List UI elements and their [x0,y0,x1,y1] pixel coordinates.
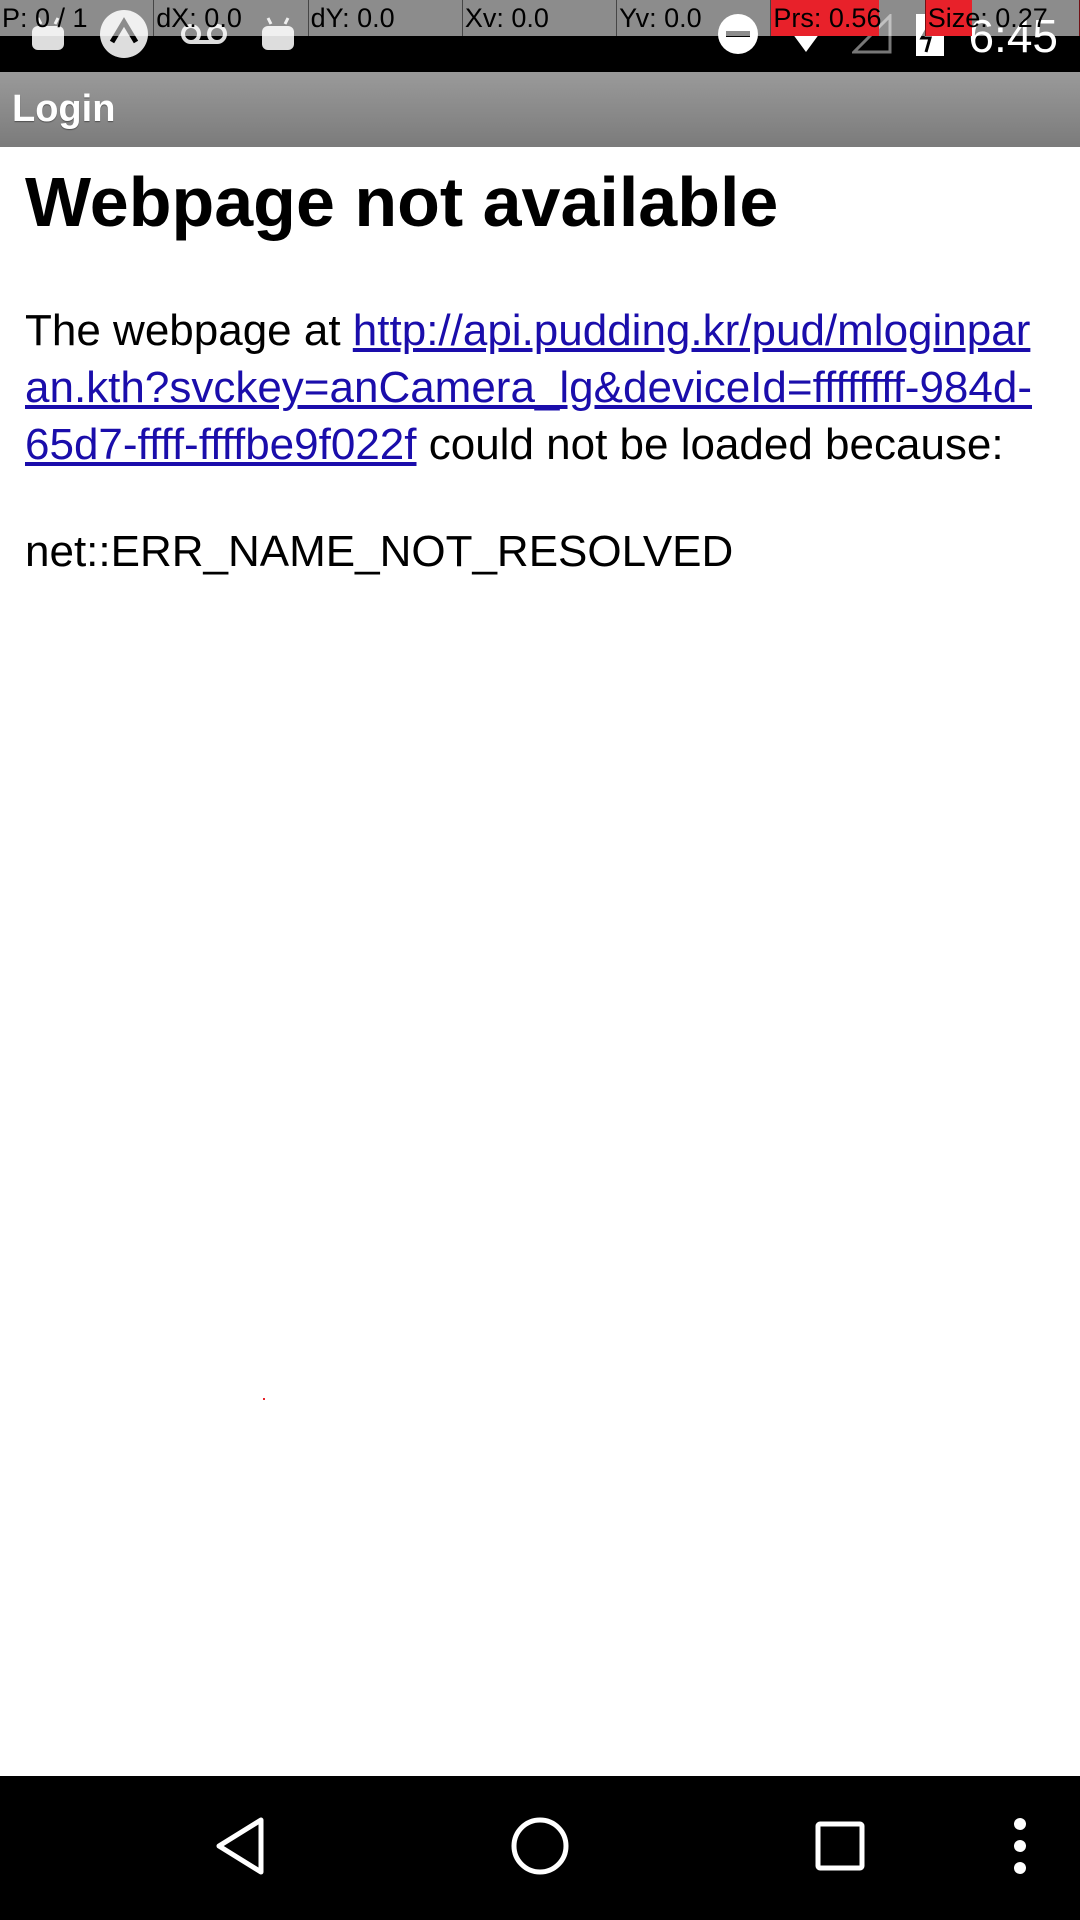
recents-button[interactable] [780,1776,900,1920]
pointer-dy: dY: 0.0 [309,0,463,36]
pointer-pressure: Prs: 0.56 [771,0,926,36]
home-icon [510,1816,570,1881]
navigation-bar [0,1776,1080,1920]
overflow-menu-icon [1012,1816,1028,1881]
touch-point-marker [263,1398,265,1400]
back-button[interactable] [180,1776,300,1920]
error-message: The webpage at http://api.pudding.kr/pud… [25,302,1045,473]
error-code: net::ERR_NAME_NOT_RESOLVED [25,527,734,576]
webview-error-page: Webpage not available The webpage at htt… [25,160,1045,580]
pointer-dx: dX: 0.0 [154,0,309,36]
home-button[interactable] [480,1776,600,1920]
pointer-count: P: 0 / 1 [0,0,155,36]
back-icon [213,1816,267,1881]
error-message-suffix: could not be loaded because: [416,420,1004,469]
pointer-size: Size: 0.27 [925,0,1080,36]
page-title: Login [12,88,116,130]
error-message-prefix: The webpage at [25,306,353,355]
pointer-xv: Xv: 0.0 [463,0,618,36]
pointer-location-overlay: P: 0 / 1 dX: 0.0 dY: 0.0 Xv: 0.0 Yv: 0.0… [0,0,1080,36]
error-title: Webpage not available [25,163,779,241]
action-bar: Login [0,72,1080,147]
pointer-yv: Yv: 0.0 [617,0,772,36]
overflow-menu-button[interactable] [990,1776,1050,1920]
recents-icon [814,1820,866,1877]
screen: 6:45 P: 0 / 1 dX: 0.0 dY: 0.0 Xv: 0.0 Yv… [0,0,1080,1920]
